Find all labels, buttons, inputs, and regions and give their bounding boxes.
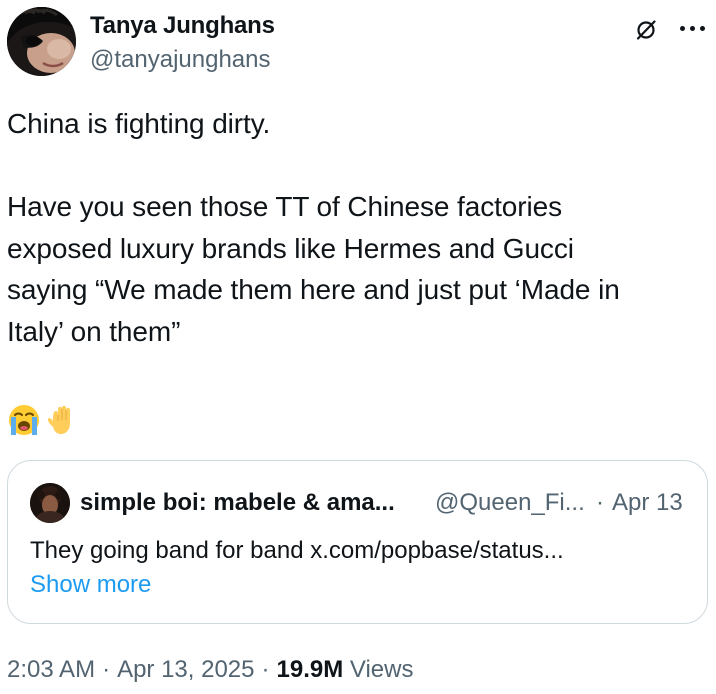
tweet-header: Tanya Junghans @tanyajunghans bbox=[0, 0, 716, 96]
views-label: Views bbox=[349, 656, 414, 683]
quoted-separator: · bbox=[596, 489, 604, 516]
show-more-link[interactable]: Show more bbox=[30, 568, 151, 602]
meta-separator: · bbox=[261, 656, 270, 683]
tweet-date[interactable]: Apr 13, 2025 bbox=[117, 656, 254, 683]
views-count[interactable]: 19.9M bbox=[277, 656, 344, 683]
quoted-author-handle[interactable]: @Queen_Fi... bbox=[435, 488, 585, 518]
author-avatar[interactable] bbox=[7, 7, 76, 76]
meta-separator: · bbox=[102, 656, 111, 683]
dot bbox=[689, 25, 695, 31]
grok-icon[interactable] bbox=[633, 17, 659, 43]
author-name[interactable]: Tanya Junghans bbox=[90, 12, 275, 40]
quoted-date[interactable]: Apr 13 bbox=[612, 488, 683, 518]
raised-hand-icon bbox=[47, 405, 70, 434]
dot bbox=[699, 25, 705, 31]
quoted-author-name[interactable]: simple boi: mabele & ama... bbox=[80, 488, 395, 518]
quoted-avatar-image bbox=[30, 483, 70, 523]
tweet-time[interactable]: 2:03 AM bbox=[7, 656, 95, 683]
quoted-author-avatar[interactable] bbox=[30, 483, 70, 523]
loudly-crying-face-icon bbox=[9, 405, 39, 435]
quoted-text: They going band for band x.com/popbase/s… bbox=[30, 537, 564, 564]
dot bbox=[679, 25, 685, 31]
author-handle[interactable]: @tanyajunghans bbox=[90, 46, 271, 74]
quoted-tweet-card[interactable]: simple boi: mabele & ama... @Queen_Fi...… bbox=[7, 460, 708, 624]
grok-icon-glyph bbox=[636, 20, 656, 40]
emoji-row bbox=[7, 400, 79, 440]
tweet-detail: Tanya Junghans @tanyajunghans China is f… bbox=[0, 0, 716, 694]
avatar-image bbox=[7, 7, 76, 76]
more-dots-icon[interactable] bbox=[676, 15, 708, 41]
tweet-text: China is fighting dirty. Have you seen t… bbox=[7, 108, 620, 347]
tweet-meta: 2:03 AM · Apr 13, 2025 · 19.9M Views bbox=[7, 655, 413, 685]
